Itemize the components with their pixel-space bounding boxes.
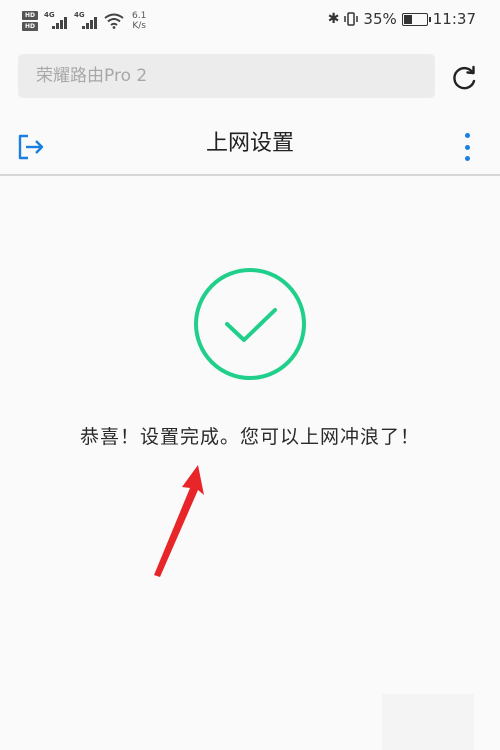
more-vertical-icon [464,156,470,161]
address-bar[interactable]: 荣耀路由Pro 2 [18,54,435,98]
vibrate-icon [344,12,359,26]
clock: 11:37 [432,10,476,28]
status-right: ✱ 35% 11:37 [328,10,476,28]
bluetooth-icon: ✱ [327,11,340,27]
wifi-icon [104,13,124,29]
battery-icon [401,12,431,26]
more-vertical-icon [464,133,470,138]
annotation-arrow-icon [154,465,204,577]
hd-icon: HD [22,11,38,20]
speed-value: 6.1 [132,11,147,21]
hd-icon: HD [22,22,38,31]
signal-icon: 4G [74,11,98,31]
more-menu-button[interactable] [458,130,476,164]
address-input[interactable]: 荣耀路由Pro 2 [36,54,147,98]
check-circle-icon [194,268,306,380]
network-speed: 6.1 K/s [132,11,146,31]
more-vertical-icon [464,144,470,150]
status-bar: HD HD 4G 4G 6.1 K/s ✱ 35% 11:37 [0,0,500,40]
refresh-button[interactable] [448,62,480,94]
signal-icon: 4G [44,11,68,31]
success-message: 恭喜！设置完成。您可以上网冲浪了！ [79,426,420,448]
background-patch [382,694,474,750]
status-left: HD HD 4G 4G 6.1 K/s [22,8,146,34]
page-title: 上网设置 [205,131,294,156]
speed-unit: K/s [132,21,146,31]
hd-icons: HD HD [22,11,38,31]
title-bar: 上网设置 [0,118,500,176]
battery-percent: 35% [363,10,397,28]
refresh-icon[interactable] [448,62,480,94]
